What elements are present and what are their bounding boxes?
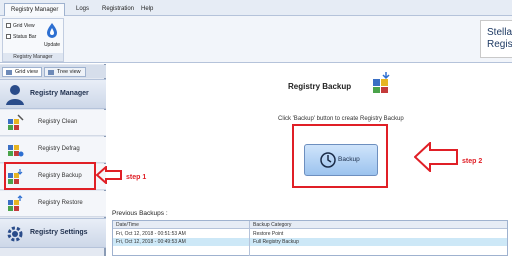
ribbon-group-caption: Registry Manager [3, 53, 63, 61]
brand-logo: Stellar Regis [480, 20, 512, 58]
registry-backup-header-icon [373, 72, 390, 93]
ribbon-group-registry-manager: Grid View Status Bar Update Registry Man… [2, 18, 64, 62]
registry-clean-icon [8, 114, 24, 130]
row-datetime: Fri, Oct 12, 2018 - 00:49:53 AM [116, 239, 186, 245]
grid-view-checkbox-label: Grid View [13, 23, 35, 29]
previous-backups-label: Previous Backups : [112, 210, 168, 217]
user-icon [6, 85, 24, 105]
sidebar-item-registry-clean[interactable]: Registry Clean [0, 110, 106, 136]
step2-label: step 2 [462, 158, 483, 165]
brand-line-1: Stellar [487, 27, 512, 38]
sidebar-item-registry-defrag-label: Registry Defrag [38, 146, 80, 152]
update-button[interactable]: Update [41, 22, 63, 52]
menu-tab-help[interactable]: Help [135, 3, 159, 16]
menu-bar: Registry Manager Logs Registration Help [0, 0, 512, 16]
step1-label: step 1 [126, 174, 147, 181]
registry-defrag-icon [8, 145, 24, 157]
sidebar-item-registry-restore[interactable]: Registry Restore [0, 191, 106, 217]
registry-restore-icon [8, 195, 23, 211]
step2-highlight-box [292, 124, 388, 188]
update-icon [47, 23, 57, 38]
section-registry-settings-label: Registry Settings [30, 229, 88, 236]
status-bar-checkbox-label: Status Bar [13, 34, 37, 40]
menu-tab-logs[interactable]: Logs [70, 3, 95, 16]
gear-icon [7, 226, 23, 242]
step1-highlight-box [4, 162, 96, 190]
row-category: Full Registry Backup [253, 239, 299, 245]
column-divider [249, 221, 250, 256]
grid-view-checkbox[interactable]: Grid View [6, 23, 35, 29]
checkbox-icon [6, 23, 11, 29]
sidebar-item-registry-restore-label: Registry Restore [38, 200, 83, 206]
grid-view-icon [6, 70, 12, 75]
section-registry-manager-label: Registry Manager [30, 90, 89, 97]
step1-arrow-icon [96, 166, 122, 184]
backup-instructions: Click 'Backup' button to create Registry… [278, 116, 404, 122]
tab-tree-view-label: Tree view [57, 69, 81, 75]
page-title: Registry Backup [288, 82, 352, 91]
menu-tab-registration[interactable]: Registration [96, 3, 140, 16]
tab-tree-view[interactable]: Tree view [44, 67, 86, 77]
column-header-datetime[interactable]: Date/Time [116, 222, 139, 228]
table-header: Date/Time Backup Category [113, 221, 507, 229]
menu-tab-registry-manager[interactable]: Registry Manager [4, 3, 66, 16]
row-datetime: Fri, Oct 12, 2018 - 00:51:53 AM [116, 231, 186, 237]
view-tabs: Grid view Tree view [0, 65, 106, 78]
tab-grid-view[interactable]: Grid view [2, 67, 42, 77]
tree-view-icon [48, 70, 54, 75]
checkbox-icon [6, 34, 11, 40]
sidebar-item-registry-defrag[interactable]: Registry Defrag [0, 137, 106, 163]
update-label: Update [43, 42, 61, 48]
row-category: Restore Point [253, 231, 284, 237]
previous-backups-table: Date/Time Backup Category Fri, Oct 12, 2… [112, 220, 508, 256]
column-header-category[interactable]: Backup Category [253, 222, 291, 228]
sidebar-item-registry-clean-label: Registry Clean [38, 119, 78, 125]
step2-arrow-icon [414, 142, 458, 172]
table-row[interactable]: Fri, Oct 12, 2018 - 00:51:53 AM Restore … [113, 230, 507, 238]
section-registry-settings[interactable]: Registry Settings [0, 218, 106, 248]
section-registry-manager[interactable]: Registry Manager [0, 79, 106, 109]
status-bar-checkbox[interactable]: Status Bar [6, 34, 36, 40]
ribbon: Grid View Status Bar Update Registry Man… [0, 16, 512, 63]
table-row[interactable]: Fri, Oct 12, 2018 - 00:49:53 AM Full Reg… [113, 238, 507, 246]
sidebar: Grid view Tree view Registry Manager Reg… [0, 64, 106, 256]
tab-grid-view-label: Grid view [15, 69, 38, 75]
brand-line-2: Regis [487, 39, 512, 50]
